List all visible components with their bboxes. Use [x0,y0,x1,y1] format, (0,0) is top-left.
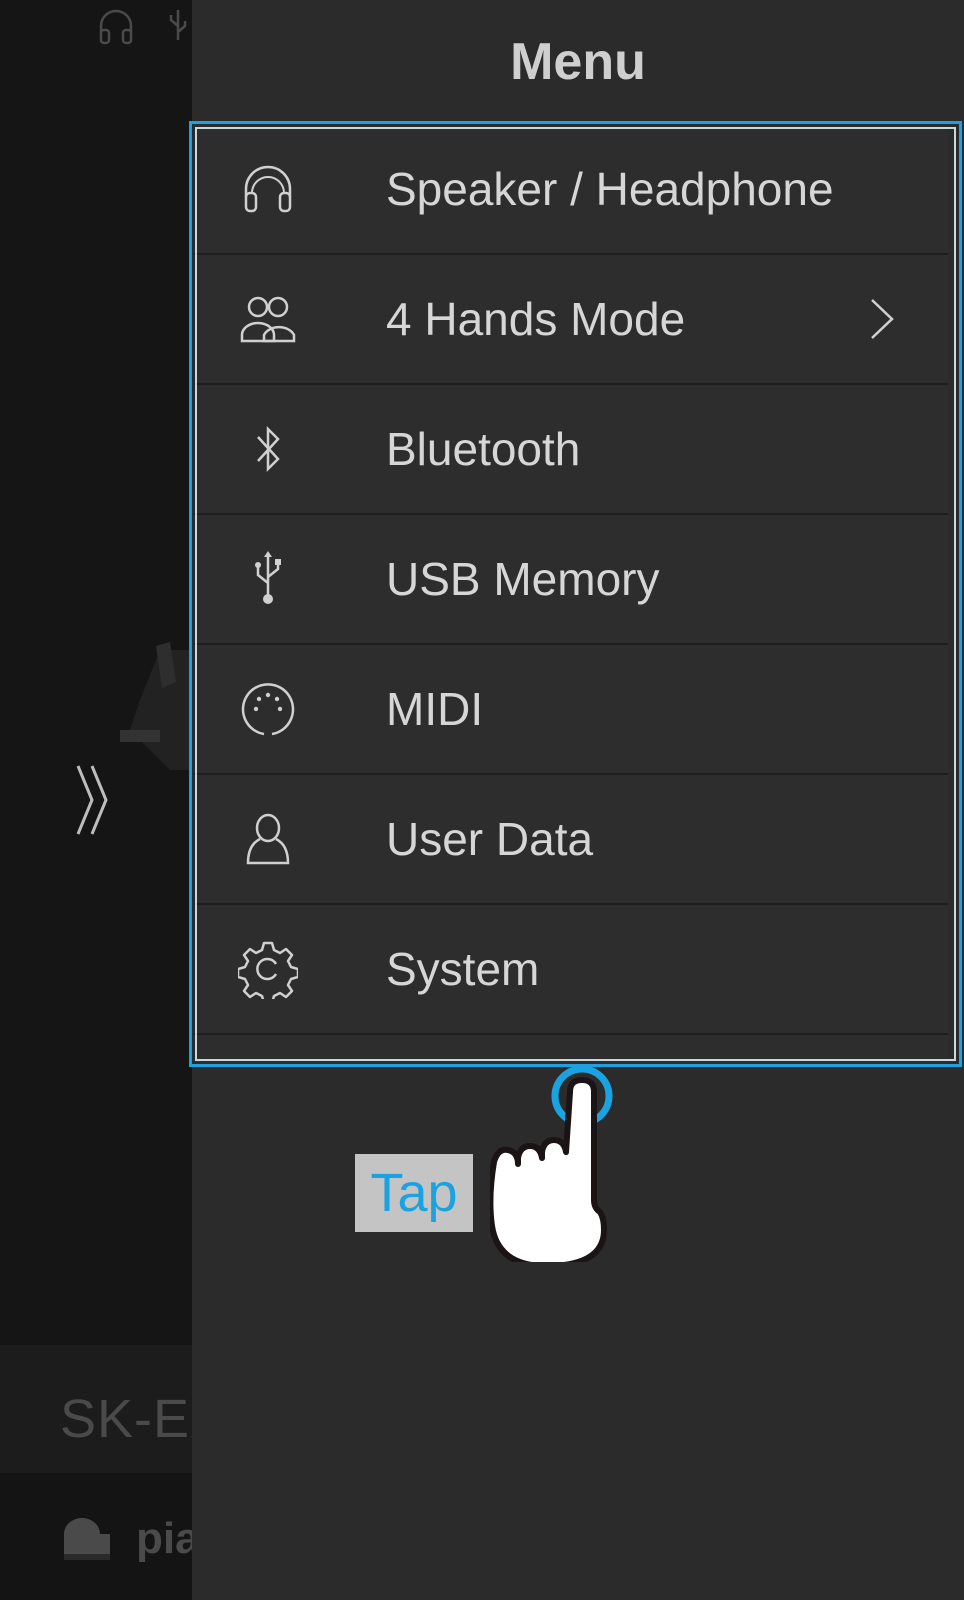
menu-item-user-data[interactable]: User Data [194,775,948,905]
headphone-status-icon [99,9,133,45]
midi-icon [238,679,298,739]
menu-item-usb-memory[interactable]: USB Memory [194,515,948,645]
menu-list: Speaker / Headphone 4 Hands Mode Bluetoo… [194,125,948,1065]
menu-item-label: Bluetooth [386,423,581,475]
usb-icon [238,549,298,609]
menu-item-label: User Data [386,813,594,865]
status-bar [96,6,190,46]
menu-drawer: Menu Speaker / Headphone 4 Hands Mode Bl… [192,0,964,1600]
menu-item-label: USB Memory [386,553,660,605]
menu-item-label: System [386,943,540,995]
menu-item-bluetooth[interactable]: Bluetooth [194,385,948,515]
headphone-icon [238,159,298,219]
bluetooth-icon [238,419,298,479]
usb-status-icon [169,10,187,40]
menu-item-midi[interactable]: MIDI [194,645,948,775]
menu-item-4-hands-mode[interactable]: 4 Hands Mode [194,255,948,385]
menu-item-label: Speaker / Headphone [386,163,834,215]
category-label: pia [136,1514,200,1563]
chevron-right-icon [871,299,894,339]
grand-piano-image [120,642,200,770]
tap-badge: Tap [355,1154,473,1232]
menu-title: Menu [510,33,646,91]
expand-panel-icon[interactable] [70,760,114,840]
people-icon [238,289,298,349]
menu-item-label: MIDI [386,683,484,735]
user-icon [238,809,298,869]
gear-icon [238,939,298,999]
menu-item-speaker-headphone[interactable]: Speaker / Headphone [194,125,948,255]
menu-item-system[interactable]: System [194,905,948,1035]
menu-item-label: 4 Hands Mode [386,293,686,345]
tap-hand-icon [490,1065,613,1262]
piano-category-icon [64,1518,110,1560]
tap-label: Tap [370,1163,458,1223]
